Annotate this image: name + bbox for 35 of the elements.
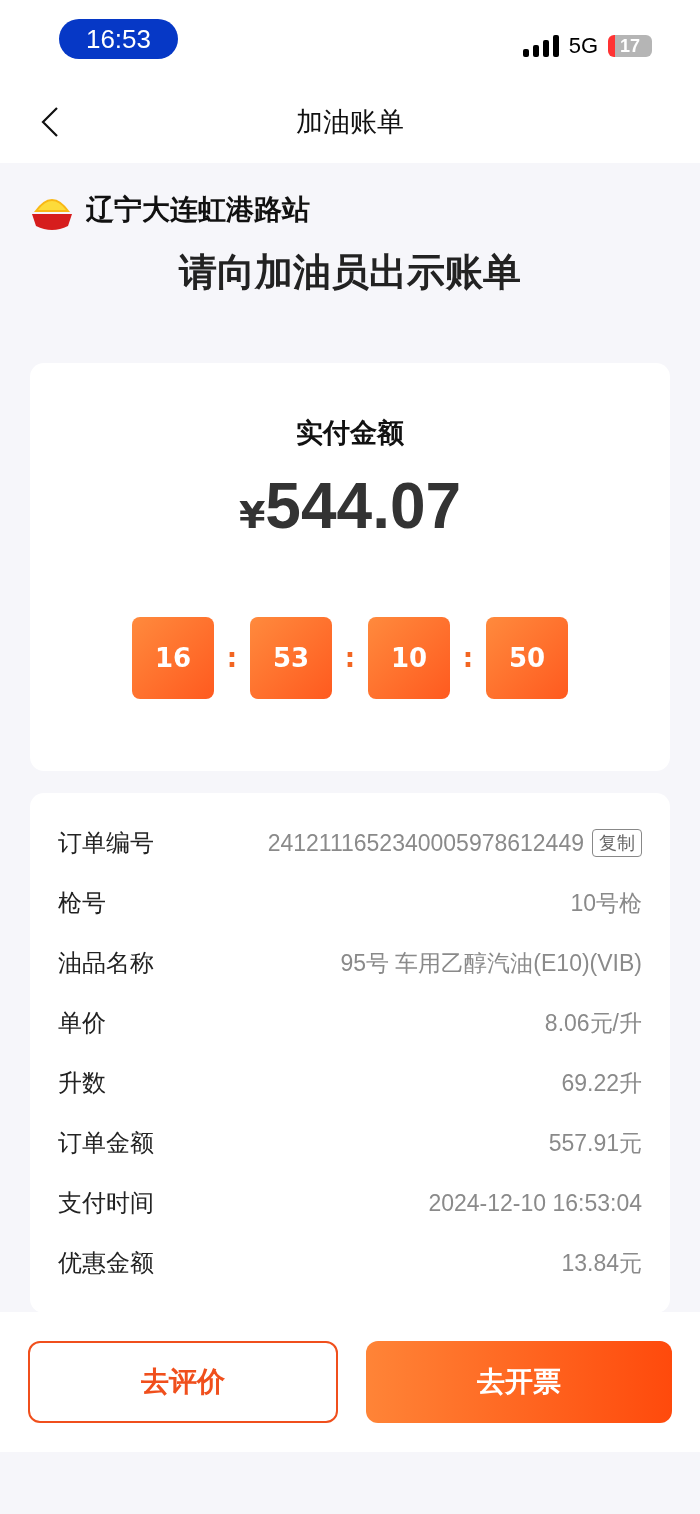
detail-label: 枪号 [58, 888, 106, 919]
detail-value: 2024-12-10 16:53:04 [428, 1189, 642, 1217]
amount-value: 544.07 [265, 469, 462, 543]
detail-value: 557.91元 [548, 1128, 642, 1158]
currency-symbol: ¥ [238, 493, 266, 537]
timer-separator: : [462, 643, 474, 673]
detail-value: 69.22升 [561, 1068, 642, 1098]
detail-label: 订单金额 [58, 1128, 154, 1159]
network-label: 5G [568, 33, 598, 59]
battery-indicator: 17 [608, 35, 652, 57]
timer-digit: 50 [486, 617, 568, 699]
detail-value: 95号 车用乙醇汽油(E10)(VIB) [340, 948, 642, 978]
timer-digit: 10 [368, 617, 450, 699]
amount-label: 实付金额 [296, 416, 404, 450]
timer-digit: 53 [250, 617, 332, 699]
detail-value: 2412111652340005978612449 [267, 829, 584, 857]
review-button[interactable]: 去评价 [28, 1341, 338, 1423]
detail-label: 订单编号 [58, 828, 154, 859]
detail-label: 支付时间 [58, 1188, 154, 1219]
detail-value: 8.06元/升 [544, 1008, 642, 1038]
timer-separator: : [226, 643, 238, 673]
detail-label: 油品名称 [58, 948, 154, 979]
station-name: 辽宁大连虹港路站 [86, 192, 310, 228]
detail-value: 13.84元 [561, 1248, 642, 1278]
detail-label: 优惠金额 [58, 1248, 154, 1279]
timer-separator: : [344, 643, 356, 673]
detail-label: 单价 [58, 1008, 106, 1039]
timer-digit: 16 [132, 617, 214, 699]
copy-button[interactable]: 复制 [592, 829, 642, 857]
page-title: 加油账单 [296, 104, 404, 139]
invoice-button[interactable]: 去开票 [366, 1341, 672, 1423]
status-time: 16:53 [59, 19, 178, 59]
detail-label: 升数 [58, 1068, 106, 1099]
instruction-heading: 请向加油员出示账单 [177, 249, 522, 296]
detail-value: 10号枪 [570, 888, 642, 918]
